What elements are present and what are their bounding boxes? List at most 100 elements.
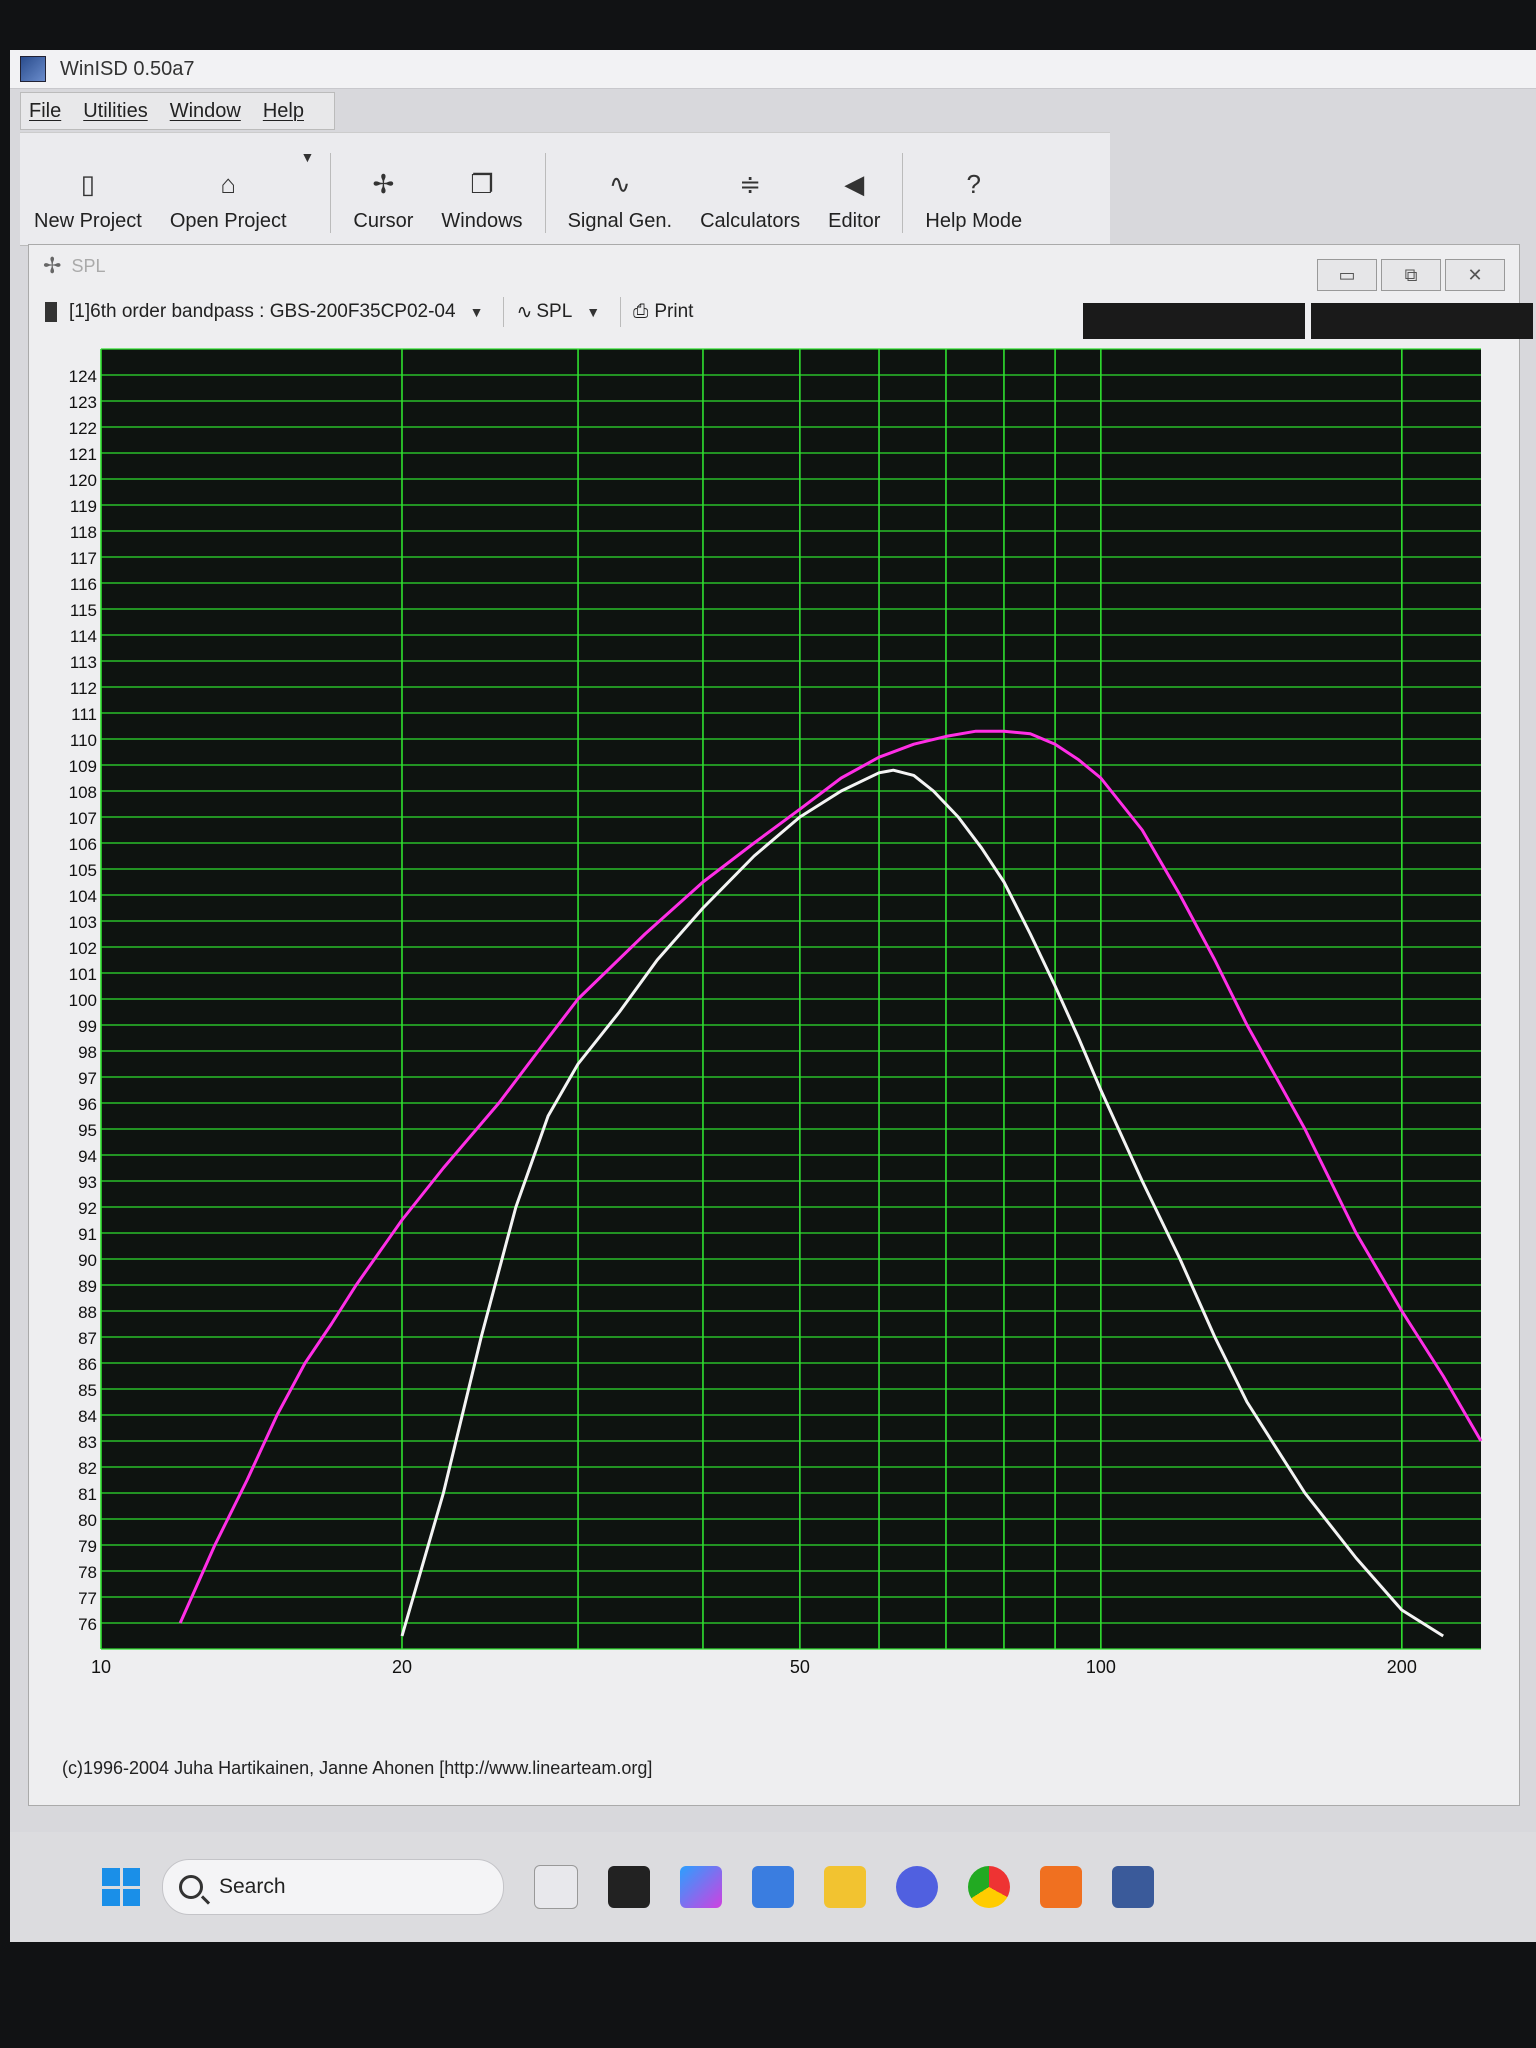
close-button[interactable]: ✕	[1445, 259, 1505, 291]
y-tick-label: 99	[78, 1017, 97, 1036]
y-tick-label: 116	[70, 575, 97, 594]
x-tick-label: 50	[790, 1657, 810, 1677]
calculators-button[interactable]: ≑ Calculators	[686, 133, 814, 245]
y-tick-label: 103	[69, 913, 97, 932]
y-tick-label: 115	[70, 601, 97, 620]
raw-app-icon[interactable]	[608, 1866, 650, 1908]
y-tick-label: 83	[78, 1433, 97, 1452]
y-tick-label: 109	[69, 757, 97, 776]
y-tick-label: 101	[69, 965, 97, 984]
project-select[interactable]: [1]6th order bandpass : GBS-200F35CP02-0…	[45, 301, 483, 323]
x-tick-label: 100	[1086, 1657, 1116, 1677]
chrome-icon[interactable]	[968, 1866, 1010, 1908]
y-tick-label: 90	[78, 1251, 97, 1270]
y-tick-label: 92	[78, 1199, 97, 1218]
help-icon: ?	[966, 169, 981, 199]
store-icon[interactable]	[752, 1866, 794, 1908]
task-view-icon[interactable]	[534, 1865, 578, 1909]
open-project-dropdown-icon[interactable]: ▼	[301, 149, 315, 165]
y-tick-label: 96	[78, 1095, 97, 1114]
y-tick-label: 76	[78, 1615, 97, 1634]
y-tick-label: 85	[78, 1381, 97, 1400]
menu-help[interactable]: Help	[263, 100, 304, 123]
y-tick-label: 84	[78, 1407, 97, 1426]
y-tick-label: 86	[78, 1355, 97, 1374]
cursor-button[interactable]: ✢ Cursor	[339, 133, 427, 245]
sine-wave-icon: ∿	[608, 169, 631, 199]
y-tick-label: 112	[70, 679, 97, 698]
y-tick-label: 106	[69, 835, 97, 854]
taskbar-search[interactable]: Search	[162, 1859, 504, 1915]
y-tick-label: 93	[78, 1173, 97, 1192]
copilot-icon[interactable]	[680, 1866, 722, 1908]
printer-icon: ⎙	[633, 301, 649, 322]
taskbar: Search	[10, 1832, 1536, 1942]
cursor-label: Cursor	[353, 210, 414, 232]
print-label: Print	[654, 301, 694, 322]
y-tick-label: 87	[78, 1329, 97, 1348]
y-tick-label: 114	[70, 627, 97, 646]
child-title: SPL	[71, 255, 106, 276]
main-toolbar: ▯ New Project ⌂ Open Project ▼ ✢ Cursor …	[20, 132, 1110, 246]
cursor-readout-left	[1083, 303, 1305, 339]
windows-start-icon[interactable]	[102, 1868, 140, 1906]
minimize-button[interactable]: ▭	[1317, 259, 1377, 291]
x-tick-label: 200	[1387, 1657, 1417, 1677]
print-button[interactable]: ⎙ Print	[633, 301, 693, 323]
settings-icon[interactable]	[896, 1866, 938, 1908]
spl-chart[interactable]: 76 77 78 79 80 81 82 83 84 85 86 87 88 89 90 91 92 93 94 95…	[45, 341, 1519, 1741]
calculator-icon: ≑	[739, 169, 761, 199]
fusion-app-icon[interactable]	[1040, 1866, 1082, 1908]
y-tick-label: 94	[78, 1147, 97, 1166]
menu-bar: File Utilities Window Help	[20, 92, 335, 130]
project-select-value: [1]6th order bandpass : GBS-200F35CP02-0…	[69, 301, 456, 322]
sine-wave-icon: ∿	[516, 301, 533, 323]
search-icon	[179, 1875, 203, 1899]
y-tick-label: 88	[78, 1303, 97, 1322]
windows-button[interactable]: ❐ Windows	[427, 133, 536, 245]
y-tick-label: 118	[70, 523, 97, 542]
project-icon	[45, 302, 57, 322]
speaker-icon: ◀	[844, 169, 865, 199]
calculators-label: Calculators	[700, 210, 801, 232]
title-bar: WinISD 0.50a7	[10, 50, 1536, 89]
editor-button[interactable]: ◀ Editor	[814, 133, 894, 245]
y-tick-label: 120	[69, 471, 97, 490]
y-tick-label: 97	[78, 1069, 97, 1088]
graph-toolbar: [1]6th order bandpass : GBS-200F35CP02-0…	[45, 293, 701, 331]
signal-gen-label: Signal Gen.	[567, 210, 673, 232]
cursor-icon: ✢	[372, 169, 395, 199]
y-tick-label: 124	[69, 367, 97, 386]
help-mode-button[interactable]: ? Help Mode	[911, 133, 1036, 245]
y-tick-label: 121	[69, 445, 97, 464]
app-title: WinISD 0.50a7	[60, 57, 195, 80]
file-explorer-icon[interactable]	[824, 1866, 866, 1908]
graph-type-select[interactable]: ∿ SPL ▼	[516, 301, 600, 324]
y-tick-label: 108	[69, 783, 97, 802]
signal-gen-button[interactable]: ∿ Signal Gen.	[554, 133, 687, 245]
winisd-main-window: WinISD 0.50a7 File Utilities Window Help…	[10, 50, 1536, 1942]
y-tick-label: 113	[70, 653, 97, 672]
editor-label: Editor	[828, 210, 881, 232]
x-tick-label: 20	[392, 1657, 412, 1677]
open-project-button[interactable]: ⌂ Open Project	[156, 133, 301, 245]
spl-child-window: ✢ SPL ▭ ⧉ ✕ [1]6th order bandpass : GBS-…	[28, 244, 1533, 1806]
copyright-footer: (c)1996-2004 Juha Hartikainen, Janne Aho…	[62, 1758, 653, 1778]
winisd-taskbar-icon[interactable]	[1112, 1866, 1154, 1908]
menu-file[interactable]: File	[29, 100, 61, 123]
maximize-button[interactable]: ⧉	[1381, 259, 1441, 291]
toolbar-separator	[544, 153, 546, 233]
y-tick-label: 110	[70, 731, 97, 750]
open-project-label: Open Project	[169, 210, 287, 232]
search-label: Search	[219, 1875, 286, 1898]
toolbar-separator	[330, 153, 332, 233]
help-mode-label: Help Mode	[925, 210, 1023, 232]
menu-utilities[interactable]: Utilities	[83, 100, 147, 123]
windows-icon: ❐	[470, 169, 494, 199]
y-tick-label: 91	[78, 1225, 97, 1244]
new-project-button[interactable]: ▯ New Project	[20, 133, 156, 245]
y-tick-label: 105	[69, 861, 97, 880]
open-folder-icon: ⌂	[220, 169, 237, 199]
menu-window[interactable]: Window	[170, 100, 241, 123]
y-tick-label: 107	[69, 809, 97, 828]
